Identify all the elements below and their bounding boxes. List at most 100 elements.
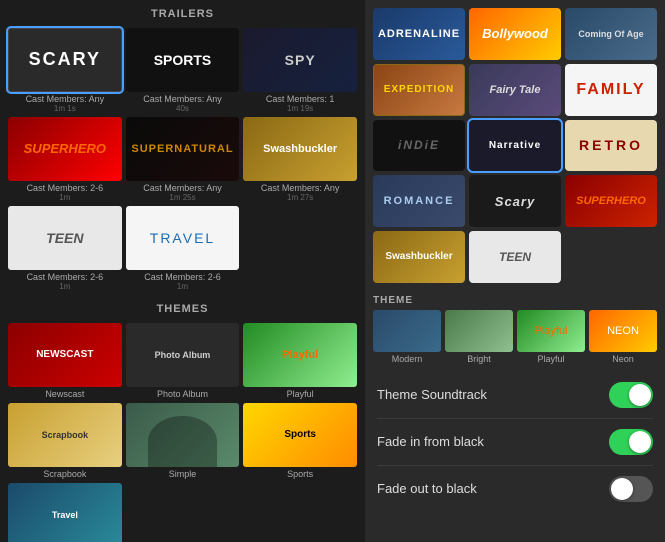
- trailer-meta-scary: 1m 1s: [54, 104, 76, 113]
- theme-thumb-scrapbook: Scrapbook: [8, 403, 122, 467]
- theme-label-photoalbum: Photo Album: [157, 389, 208, 399]
- trailer-thumb-sports: SPORTS: [126, 28, 240, 92]
- trailer-item-spy[interactable]: SPY Cast Members: 1 1m 19s: [243, 28, 357, 113]
- trailer-label-teen: Cast Members: 2-6: [27, 272, 104, 282]
- right-trailer-adrenaline[interactable]: ADRENALINE: [373, 8, 465, 60]
- trailer-item-supernatural[interactable]: SUPERNATURAL Cast Members: Any 1m 25s: [126, 117, 240, 202]
- trailer-meta-supernatural: 1m 25s: [169, 193, 195, 202]
- toggle-knob-theme-soundtrack: [629, 384, 651, 406]
- theme-thumb-travel2: Travel: [8, 483, 122, 542]
- trailer-label-swashbuckler: Cast Members: Any: [261, 183, 340, 193]
- theme-label-scrapbook: Scrapbook: [43, 469, 86, 479]
- theme-thumb-simple: [126, 403, 240, 467]
- right-trailer-fairytale[interactable]: Fairy Tale: [469, 64, 561, 116]
- toggle-theme-soundtrack[interactable]: [609, 382, 653, 408]
- theme-thumb-sports2: Sports: [243, 403, 357, 467]
- themes-grid: NEWSCAST Newscast Photo Album Photo Albu…: [0, 319, 365, 542]
- trailer-meta-travel: 1m: [177, 282, 188, 291]
- toggle-fade-in[interactable]: [609, 429, 653, 455]
- right-trailers-grid: ADRENALINEBollywoodComing Of Age EXPEDITI…: [365, 0, 665, 291]
- trailer-item-sports[interactable]: SPORTS Cast Members: Any 40s: [126, 28, 240, 113]
- trailer-item-teen[interactable]: TEEN Cast Members: 2-6 1m: [8, 206, 122, 291]
- themes-section-title: THEMES: [0, 295, 365, 319]
- right-trailer-expedition[interactable]: EXPEDITION: [373, 64, 465, 116]
- left-panel: TRAILERS SCARY Cast Members: Any 1m 1s S…: [0, 0, 365, 542]
- trailer-label-travel: Cast Members: 2-6: [144, 272, 221, 282]
- right-trailer-romance[interactable]: ROMANCE: [373, 175, 465, 227]
- trailer-thumb-scary: SCARY: [8, 28, 122, 92]
- right-trailer-teen2[interactable]: TEEN: [469, 231, 561, 283]
- theme-label-simple: Simple: [169, 469, 197, 479]
- theme-thumb-label-neon: Neon: [612, 354, 634, 364]
- theme-thumb-label-modern: Modern: [392, 354, 423, 364]
- trailer-thumb-supernatural: SUPERNATURAL: [126, 117, 240, 181]
- trailer-thumb-spy: SPY: [243, 28, 357, 92]
- right-trailer-bollywood[interactable]: Bollywood: [469, 8, 561, 60]
- trailer-meta-sports: 40s: [176, 104, 189, 113]
- toggle-knob-fade-out: [611, 478, 633, 500]
- right-trailer-family[interactable]: FAMILY: [565, 64, 657, 116]
- control-row-fade-in: Fade in from black: [377, 419, 653, 466]
- theme-thumb-img-neon: NEON: [589, 310, 657, 352]
- trailer-label-sports: Cast Members: Any: [143, 94, 222, 104]
- theme-thumb-img-modern: [373, 310, 441, 352]
- control-row-fade-out: Fade out to black: [377, 466, 653, 512]
- theme-item-newscast[interactable]: NEWSCAST Newscast: [8, 323, 122, 399]
- theme-thumb-img-bright: [445, 310, 513, 352]
- theme-label-newscast: Newscast: [45, 389, 84, 399]
- theme-label-playful: Playful: [287, 389, 314, 399]
- trailer-meta-swashbuckler: 1m 27s: [287, 193, 313, 202]
- right-trailer-superhero2[interactable]: SUPERHERO: [565, 175, 657, 227]
- trailer-thumb-swashbuckler: Swashbuckler: [243, 117, 357, 181]
- theme-thumb-item-playful[interactable]: Playful Playful: [517, 310, 585, 364]
- theme-item-photoalbum[interactable]: Photo Album Photo Album: [126, 323, 240, 399]
- toggle-fade-out[interactable]: [609, 476, 653, 502]
- right-trailer-indie[interactable]: iNDiE: [373, 120, 465, 172]
- theme-thumb-playful: Playful: [243, 323, 357, 387]
- right-trailer-scary2[interactable]: Scary: [469, 175, 561, 227]
- theme-thumb-label-bright: Bright: [467, 354, 491, 364]
- right-trailer-swashbuckler2[interactable]: Swashbuckler: [373, 231, 465, 283]
- theme-thumb-item-modern[interactable]: Modern: [373, 310, 441, 364]
- theme-thumb-item-neon[interactable]: NEON Neon: [589, 310, 657, 364]
- right-trailer-narrative[interactable]: Narrative: [469, 120, 561, 172]
- theme-item-playful[interactable]: Playful Playful: [243, 323, 357, 399]
- trailer-item-superhero[interactable]: SUPERHERO Cast Members: 2-6 1m: [8, 117, 122, 202]
- theme-item-scrapbook[interactable]: Scrapbook Scrapbook: [8, 403, 122, 479]
- theme-item-simple[interactable]: Simple: [126, 403, 240, 479]
- trailer-thumb-superhero: SUPERHERO: [8, 117, 122, 181]
- theme-thumbs-row: Modern Bright Playful Playful NEON Neon: [373, 310, 657, 364]
- trailer-thumb-teen: TEEN: [8, 206, 122, 270]
- trailer-item-scary[interactable]: SCARY Cast Members: Any 1m 1s: [8, 28, 122, 113]
- theme-thumb-img-playful: Playful: [517, 310, 585, 352]
- theme-label-sports2: Sports: [287, 469, 313, 479]
- theme-thumb-photoalbum: Photo Album: [126, 323, 240, 387]
- right-trailer-comingofage[interactable]: Coming Of Age: [565, 8, 657, 60]
- controls-section: Theme Soundtrack Fade in from black Fade…: [365, 364, 665, 542]
- trailers-grid: SCARY Cast Members: Any 1m 1s SPORTS Cas…: [0, 24, 365, 295]
- theme-thumb-newscast: NEWSCAST: [8, 323, 122, 387]
- trailer-meta-spy: 1m 19s: [287, 104, 313, 113]
- trailer-label-scary: Cast Members: Any: [26, 94, 105, 104]
- trailer-thumb-travel: TRAVEL: [126, 206, 240, 270]
- trailer-meta-teen: 1m: [59, 282, 70, 291]
- trailer-label-superhero: Cast Members: 2-6: [27, 183, 104, 193]
- theme-item-sports2[interactable]: Sports Sports: [243, 403, 357, 479]
- trailer-label-supernatural: Cast Members: Any: [143, 183, 222, 193]
- right-trailer-retro[interactable]: RETRO: [565, 120, 657, 172]
- control-label-fade-in: Fade in from black: [377, 434, 484, 449]
- trailer-item-swashbuckler[interactable]: Swashbuckler Cast Members: Any 1m 27s: [243, 117, 357, 202]
- trailers-section-title: TRAILERS: [0, 0, 365, 24]
- theme-thumb-item-bright[interactable]: Bright: [445, 310, 513, 364]
- theme-section-title: THEME: [373, 295, 657, 306]
- right-panel: ADRENALINEBollywoodComing Of Age EXPEDITI…: [365, 0, 665, 542]
- control-label-fade-out: Fade out to black: [377, 481, 477, 496]
- control-label-theme-soundtrack: Theme Soundtrack: [377, 387, 487, 402]
- trailer-meta-superhero: 1m: [59, 193, 70, 202]
- trailer-label-spy: Cast Members: 1: [266, 94, 335, 104]
- theme-thumb-label-playful: Playful: [537, 354, 564, 364]
- trailer-item-travel[interactable]: TRAVEL Cast Members: 2-6 1m: [126, 206, 240, 291]
- toggle-knob-fade-in: [629, 431, 651, 453]
- theme-item-travel2[interactable]: Travel Travel: [8, 483, 122, 542]
- control-row-theme-soundtrack: Theme Soundtrack: [377, 372, 653, 419]
